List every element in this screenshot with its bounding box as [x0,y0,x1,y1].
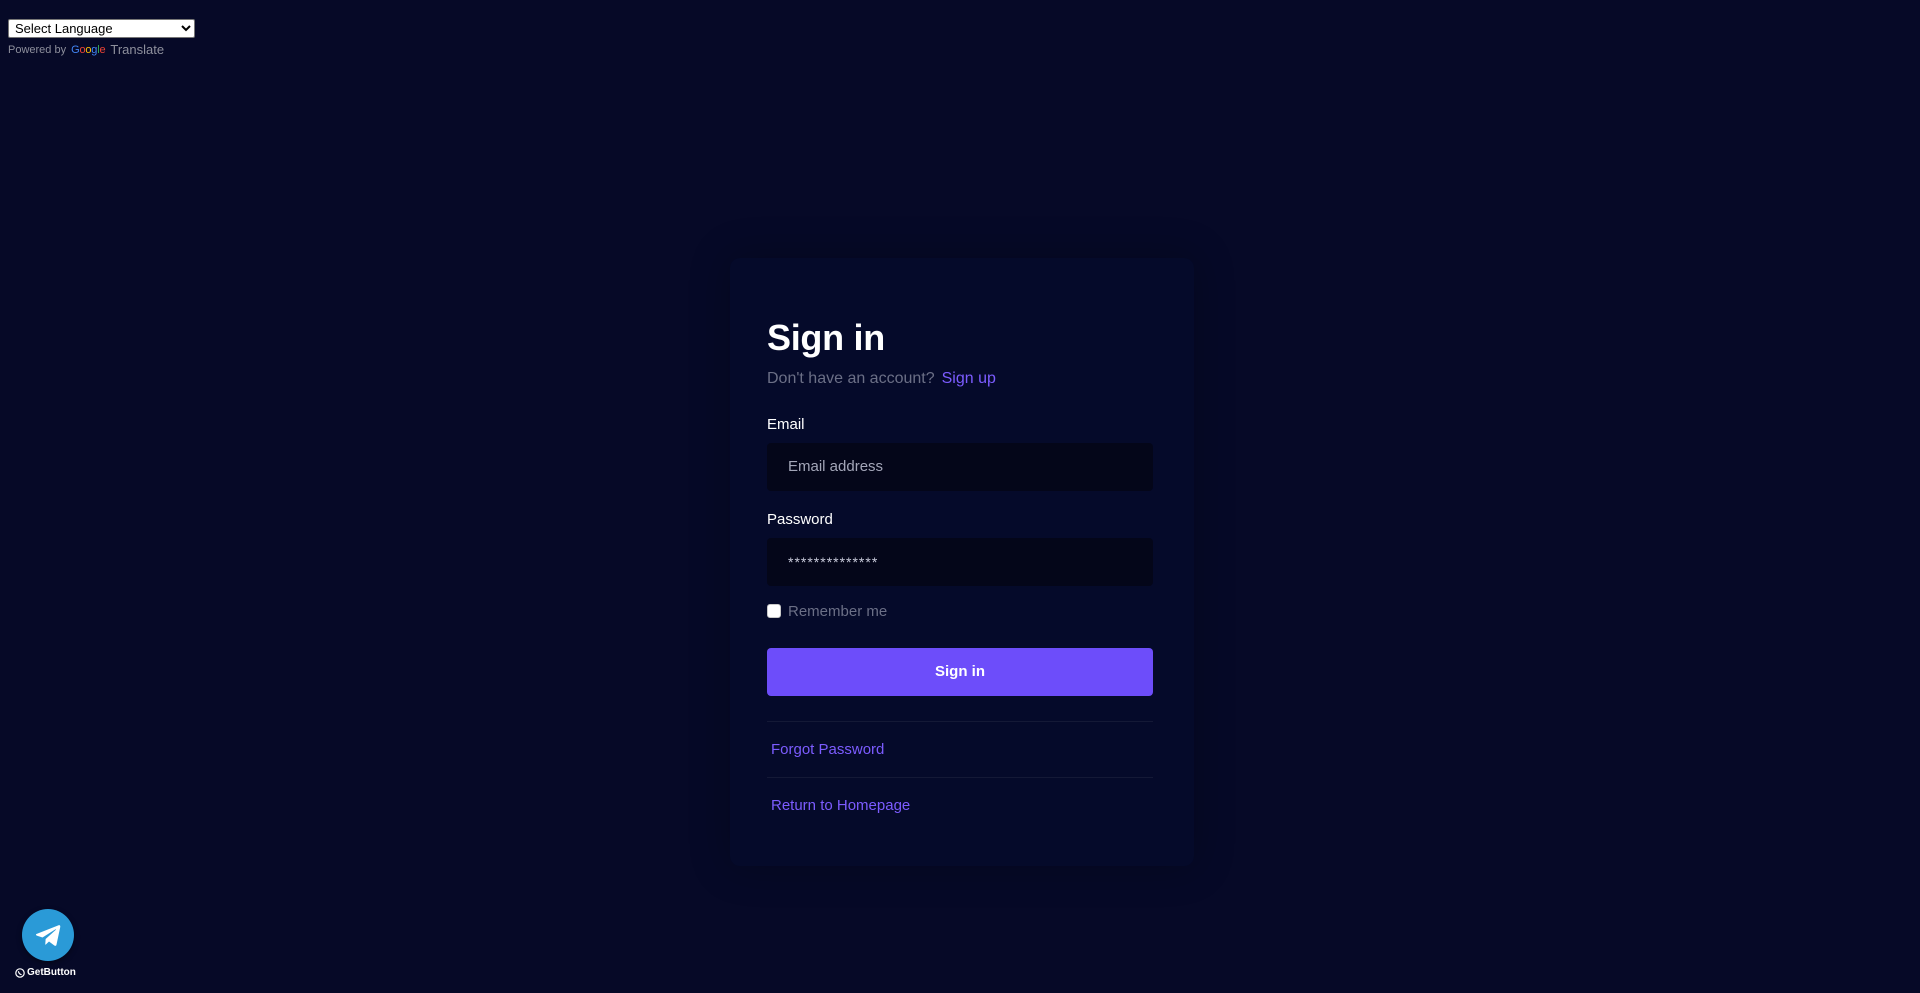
language-select[interactable]: Select Language [8,19,195,38]
getbutton-label: GetButton [27,967,76,978]
remember-me-checkbox[interactable] [767,604,781,619]
page-title: Sign in [767,317,885,358]
remember-me-label: Remember me [788,602,888,620]
powered-by-text: Powered by [8,43,67,56]
google-logo: Google [71,43,106,56]
telegram-icon [35,925,61,946]
password-field[interactable] [767,537,1153,586]
return-home-row: Return to Homepage [767,778,1153,833]
signin-card: Sign in Don't have an account? Sign up E… [730,258,1194,866]
forgot-password-link[interactable]: Forgot Password [771,741,884,758]
getbutton-branding[interactable]: GetButton [15,967,76,978]
signup-link[interactable]: Sign up [942,370,996,388]
password-label: Password [767,510,833,528]
email-label: Email [767,415,805,433]
no-account-text: Don't have an account? [767,369,935,387]
return-homepage-link[interactable]: Return to Homepage [771,797,910,814]
signup-prompt: Don't have an account? Sign up [767,370,1153,388]
powered-by-google: Powered by Google Translate [8,42,195,57]
phone-icon [15,967,25,978]
translate-link[interactable]: Translate [110,42,164,57]
telegram-chat-button[interactable] [22,909,74,961]
forgot-password-row: Forgot Password [767,722,1153,777]
email-field[interactable] [767,442,1153,491]
google-translate-widget: Select Language Powered by Google Transl… [8,19,195,57]
signin-button[interactable]: Sign in [767,647,1153,696]
signin-form: Sign in Don't have an account? Sign up E… [767,318,1153,833]
remember-me[interactable]: Remember me [767,603,1153,620]
